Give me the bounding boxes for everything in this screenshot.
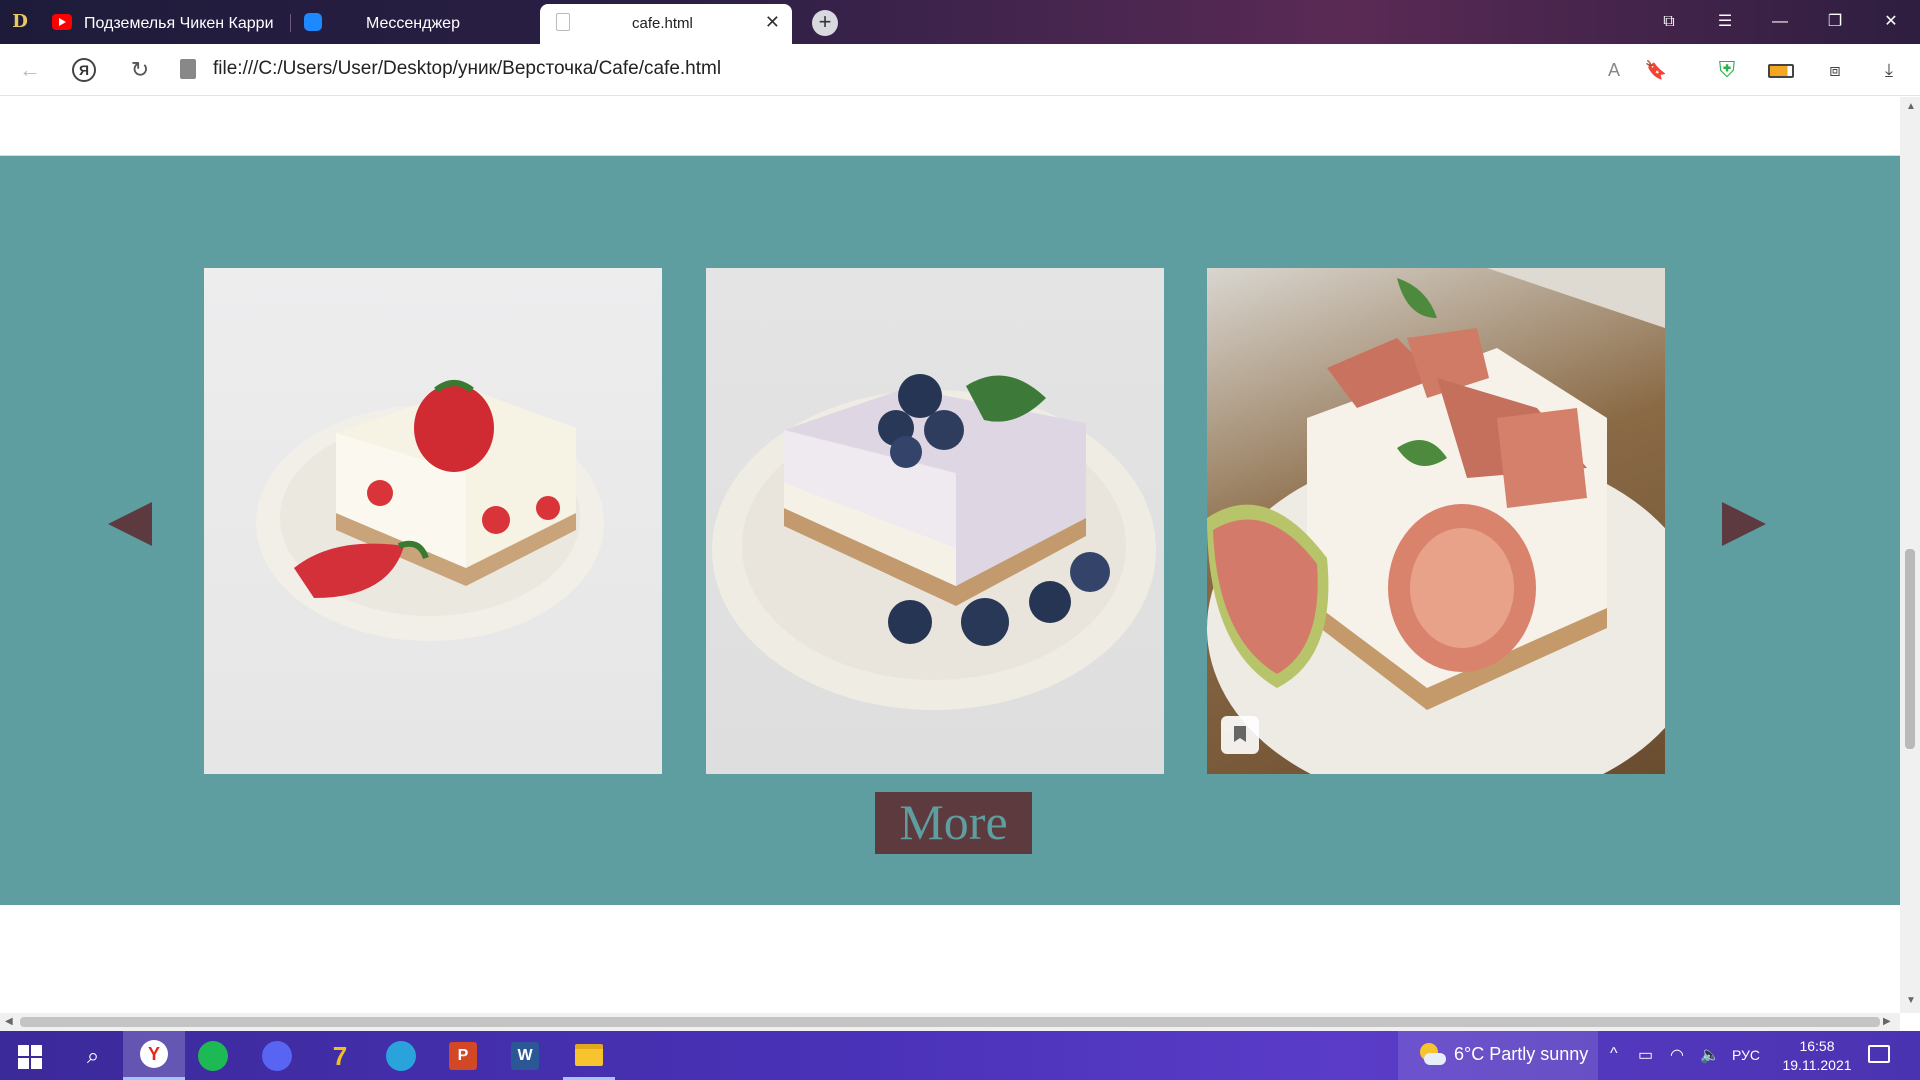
prev-arrow-button[interactable] bbox=[108, 502, 152, 546]
next-arrow-button[interactable] bbox=[1722, 502, 1766, 546]
powerpoint-icon[interactable]: P bbox=[449, 1042, 477, 1070]
scroll-right-icon[interactable]: ▶ bbox=[1883, 1016, 1891, 1027]
browser-tab-bar: D Подземелья Чикен Карри Мессенджер cafe… bbox=[0, 0, 1920, 44]
tab-label: Подземелья Чикен Карри bbox=[84, 15, 274, 32]
scroll-left-icon[interactable]: ◀ bbox=[5, 1016, 13, 1027]
back-icon[interactable]: ← bbox=[16, 56, 44, 84]
save-image-button[interactable] bbox=[1221, 716, 1259, 754]
yandex-browser-taskbar-button[interactable]: Y bbox=[123, 1031, 185, 1080]
vertical-scrollbar[interactable]: ▲ ▼ bbox=[1900, 97, 1920, 1013]
menu-icon[interactable]: ☰ bbox=[1710, 10, 1740, 34]
download-icon[interactable]: ⤓ bbox=[1876, 58, 1902, 82]
discord-icon[interactable] bbox=[262, 1041, 292, 1071]
file-icon bbox=[556, 13, 570, 31]
clock-time: 16:58 bbox=[1799, 1038, 1835, 1054]
battery-icon[interactable]: ▭ bbox=[1638, 1045, 1653, 1065]
taskbar: ⌕ Y 7 P W 6°C Partly sunny ^ ▭ ◠ 🔈 РУС 1… bbox=[0, 1031, 1920, 1080]
tab-separator bbox=[290, 14, 291, 32]
shield-icon[interactable]: ⛨ bbox=[1714, 58, 1740, 82]
gallery-section: More bbox=[0, 155, 1900, 905]
tab-label: Мессенджер bbox=[366, 15, 460, 32]
folder-icon bbox=[575, 1044, 603, 1066]
scroll-down-icon[interactable]: ▼ bbox=[1906, 995, 1916, 1006]
telegram-icon[interactable] bbox=[386, 1041, 416, 1071]
search-icon[interactable]: ⌕ bbox=[76, 1039, 110, 1073]
clock-date: 19.11.2021 bbox=[1782, 1057, 1852, 1073]
clock[interactable]: 16:58 19.11.2021 bbox=[1782, 1037, 1852, 1075]
close-window-button[interactable]: ✕ bbox=[1876, 10, 1906, 34]
tab-label: cafe.html bbox=[632, 15, 693, 32]
file-explorer-button[interactable] bbox=[563, 1031, 615, 1080]
tab-cafe[interactable]: cafe.html ✕ bbox=[540, 4, 792, 44]
youtube-icon bbox=[52, 14, 72, 30]
more-button[interactable]: More bbox=[875, 792, 1032, 854]
strawberry-cheesecake-image bbox=[256, 380, 604, 641]
vertical-scroll-thumb[interactable] bbox=[1905, 549, 1915, 749]
seven-zip-icon[interactable]: 7 bbox=[323, 1039, 357, 1073]
blueberry-cheesecake-image bbox=[712, 374, 1156, 710]
fig-cheesecake-image bbox=[1207, 268, 1665, 774]
horizontal-scroll-thumb[interactable] bbox=[20, 1017, 1880, 1027]
scroll-up-icon[interactable]: ▲ bbox=[1906, 101, 1916, 112]
browser-logo-icon[interactable]: D bbox=[8, 10, 32, 34]
partly-sunny-icon bbox=[1418, 1043, 1446, 1069]
yandex-icon[interactable]: Я bbox=[72, 58, 96, 82]
gallery-image-fig bbox=[1207, 268, 1665, 774]
restore-button[interactable]: ❐ bbox=[1820, 10, 1850, 34]
messenger-icon bbox=[304, 13, 322, 31]
reload-icon[interactable]: ↻ bbox=[126, 56, 154, 84]
windows-start-icon[interactable] bbox=[14, 1039, 48, 1073]
new-tab-button[interactable]: + bbox=[812, 10, 838, 36]
minimize-button[interactable]: — bbox=[1765, 10, 1795, 34]
spotify-icon[interactable] bbox=[198, 1041, 228, 1071]
file-icon bbox=[180, 59, 196, 79]
gallery-image-strawberry bbox=[204, 268, 662, 774]
tab-manager-icon[interactable]: ⧉ bbox=[1654, 10, 1684, 34]
page-viewport: More bbox=[0, 97, 1900, 1013]
extensions-icon[interactable]: ⧈ bbox=[1822, 58, 1848, 82]
word-icon[interactable]: W bbox=[511, 1042, 539, 1070]
horizontal-scrollbar[interactable]: ◀ ▶ bbox=[0, 1013, 1900, 1031]
tab-messenger[interactable]: Мессенджер bbox=[292, 4, 536, 44]
address-bar: ← Я ↻ file:///C:/Users/User/Desktop/уник… bbox=[0, 44, 1920, 96]
weather-widget[interactable]: 6°C Partly sunny bbox=[1398, 1031, 1598, 1080]
bookmark-icon[interactable]: 🔖 bbox=[1643, 58, 1669, 82]
volume-icon[interactable]: 🔈 bbox=[1700, 1045, 1720, 1065]
weather-text: 6°C Partly sunny bbox=[1454, 1044, 1589, 1064]
language-indicator[interactable]: РУС bbox=[1732, 1047, 1760, 1063]
battery-saver-icon[interactable] bbox=[1768, 64, 1794, 78]
notifications-icon[interactable] bbox=[1868, 1045, 1890, 1063]
gallery-image-blueberry bbox=[706, 268, 1164, 774]
tab-youtube[interactable]: Подземелья Чикен Карри bbox=[40, 4, 290, 44]
chevron-up-icon[interactable]: ^ bbox=[1610, 1045, 1618, 1063]
wifi-icon[interactable]: ◠ bbox=[1670, 1045, 1684, 1065]
translate-icon[interactable]: A bbox=[1601, 58, 1627, 82]
close-icon[interactable]: ✕ bbox=[765, 4, 780, 40]
url-field[interactable]: file:///C:/Users/User/Desktop/уник/Верст… bbox=[213, 58, 721, 80]
yandex-browser-icon: Y bbox=[140, 1040, 168, 1068]
